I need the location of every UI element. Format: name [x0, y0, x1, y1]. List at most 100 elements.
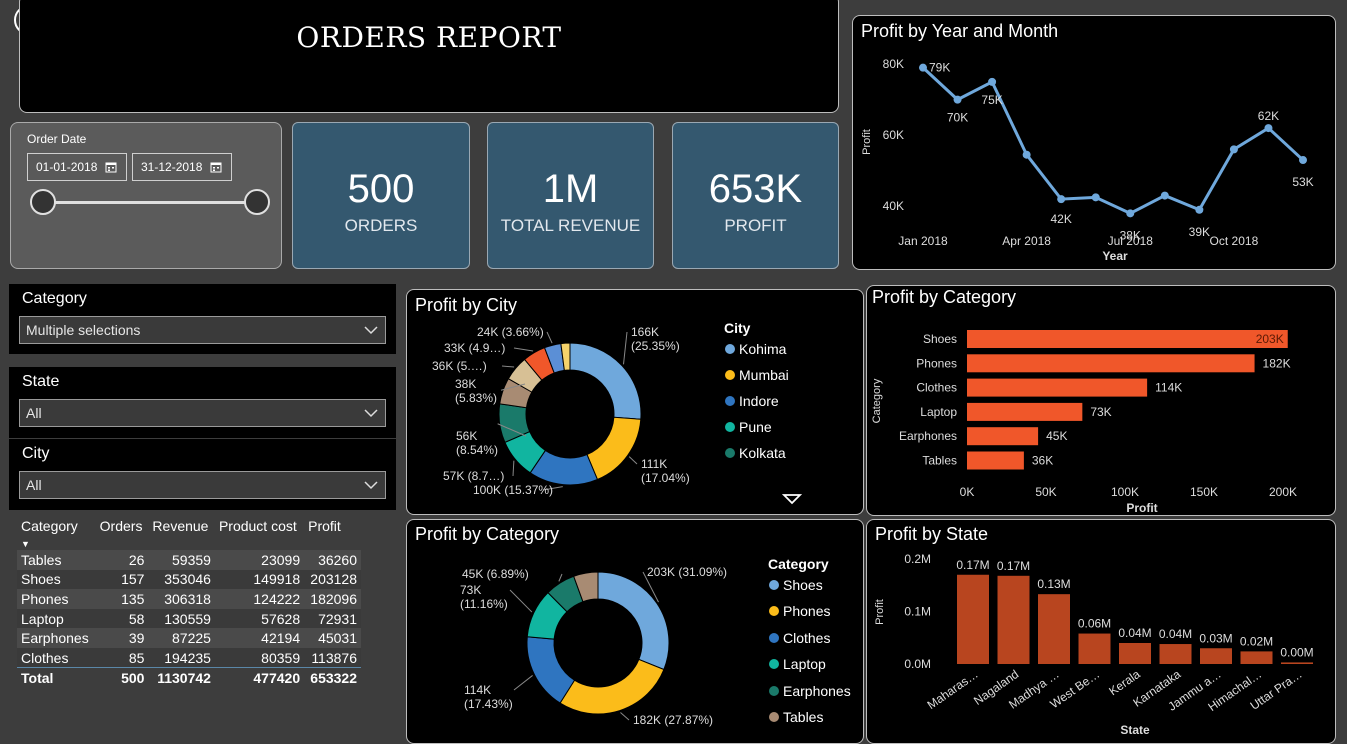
legend-item[interactable]: Phones — [769, 603, 830, 619]
legend-item[interactable]: Indore — [725, 393, 779, 409]
data-label: 24K (3.66%) — [477, 325, 544, 339]
city-slicer-label: City — [22, 445, 50, 462]
kpi-profit-label: PROFIT — [724, 216, 787, 235]
x-tick-label: 150K — [1190, 485, 1218, 499]
table-cell: 59359 — [172, 551, 211, 568]
data-point — [1299, 156, 1307, 165]
table-header-product-cost[interactable]: Product cost — [215, 516, 304, 550]
data-point — [1091, 193, 1100, 202]
table-cell: 85 — [128, 649, 145, 666]
table-header-row: Category ▼ Orders Revenue Product cost Pr… — [17, 516, 361, 550]
category-label: Clothes — [916, 381, 957, 395]
legend-dot — [725, 396, 735, 406]
data-label: 166K (25.35%) — [631, 325, 680, 353]
leader-line — [558, 573, 563, 582]
leader-line — [509, 589, 533, 613]
data-label: 79K — [929, 61, 950, 75]
legend-item[interactable]: Kohima — [725, 341, 786, 357]
table-total-cell: 1130742 — [148, 667, 215, 688]
table-header-category[interactable]: Category ▼ — [17, 516, 96, 550]
chevron-down-icon — [364, 409, 378, 418]
legend-dot — [725, 448, 735, 458]
profit-by-month-chart: 40K60K80KJan 2018 Apr 2018 Jul 2018 Oct 201… — [861, 57, 1314, 263]
data-label: 57K (8.7…) — [443, 469, 504, 483]
legend-item[interactable]: Clothes — [769, 630, 830, 646]
data-label: 0.00M — [1280, 645, 1313, 659]
table-cell: 87225 — [172, 630, 211, 647]
city-slicer: City All — [9, 439, 396, 510]
date-slider-start-handle[interactable] — [30, 189, 56, 215]
state-dropdown-value: All — [26, 405, 42, 421]
legend-label: Mumbai — [739, 367, 789, 383]
bar — [1200, 648, 1232, 664]
profit-by-month-panel: Profit by Year and Month 40K 60K 80K Jan 20… — [852, 15, 1336, 270]
state-slicer-label: State — [22, 373, 60, 390]
category-dropdown[interactable]: Multiple selections — [19, 316, 386, 344]
city-dropdown[interactable]: All — [19, 471, 386, 499]
table-cell: Clothes — [21, 649, 69, 666]
bar — [957, 574, 989, 664]
donut-slice — [559, 658, 665, 715]
data-label: 0.17M — [956, 558, 989, 572]
table-row[interactable]: Phones 135 306318 124222 182096 — [17, 589, 361, 609]
data-label: 0.02M — [1240, 634, 1273, 648]
donut-slice — [586, 416, 642, 481]
bar — [967, 354, 1255, 373]
date-filter-label: Order Date — [27, 132, 87, 146]
data-label: 0.04M — [1159, 627, 1192, 641]
leader-line — [628, 456, 638, 465]
date-slider-track[interactable] — [43, 201, 258, 204]
date-slider-end-handle[interactable] — [244, 189, 270, 215]
table-cell: Phones — [21, 590, 69, 607]
legend-label: Laptop — [783, 656, 826, 673]
legend-item[interactable]: Kolkata — [725, 445, 786, 461]
table-cell: Tables — [21, 551, 62, 568]
legend-scroll-down-icon[interactable] — [782, 493, 802, 505]
bar — [1159, 644, 1192, 664]
table-cell: 26 — [128, 551, 145, 568]
donut-slice — [597, 571, 670, 671]
profit-by-category-bar-panel: Profit by Category Shoes 203K Phones 182K Cl… — [866, 285, 1336, 516]
end-date-input[interactable]: 31-12-2018 — [132, 153, 232, 181]
bar — [997, 575, 1030, 664]
leader-line — [501, 365, 515, 368]
profit-by-category-donut-panel: Profit by Category 203K (31.09%) 182K (27… — [406, 519, 864, 744]
legend-item[interactable]: Shoes — [769, 577, 823, 593]
y-axis-title: Profit — [861, 129, 873, 155]
start-date-input[interactable]: 01-01-2018 — [27, 153, 127, 181]
legend-item[interactable]: Tables — [769, 709, 823, 725]
legend-dot — [769, 659, 779, 670]
leader-line — [512, 460, 515, 477]
legend-label: Indore — [739, 393, 779, 409]
data-label: 42K — [1051, 212, 1072, 226]
state-dropdown[interactable]: All — [19, 399, 386, 427]
profit-by-city-chart: 166K (25.35%) 111K (17.04%) 100K (15.37%)57K… — [432, 325, 690, 497]
legend-dot — [725, 422, 735, 432]
bar — [967, 451, 1024, 470]
table-header-profit[interactable]: Profit — [304, 516, 361, 550]
data-point — [1160, 191, 1169, 200]
legend-label: Tables — [783, 709, 824, 725]
legend-label: Earphones — [783, 682, 851, 699]
table-row[interactable]: Laptop 58 130559 57628 72931 — [17, 608, 361, 629]
table-row[interactable]: Shoes 157 353046 149918 203128 — [17, 569, 361, 590]
bar — [1281, 662, 1313, 664]
table-row[interactable]: Tables 26 59359 23099 36260 — [17, 550, 361, 570]
table-cell: 130559 — [164, 610, 211, 627]
legend-item[interactable]: Pune — [725, 419, 772, 435]
table-row[interactable]: Earphones 39 87225 42194 45031 — [17, 628, 361, 648]
table-row[interactable]: Clothes 85 194235 80359 113876 — [17, 647, 361, 668]
x-axis-title: Year — [1102, 249, 1128, 263]
leader-line — [546, 331, 553, 344]
legend-item[interactable]: Laptop — [769, 656, 826, 672]
y-tick-label: 0.0M — [904, 657, 931, 671]
data-point — [919, 63, 927, 72]
profit-by-category-bar-chart: Shoes 203K Phones 182K Clothes 114K Laptop 73K E… — [871, 330, 1297, 515]
data-point — [1022, 150, 1031, 159]
table-header-orders[interactable]: Orders — [96, 516, 149, 550]
legend-item[interactable]: Earphones — [769, 683, 851, 699]
table-header-revenue[interactable]: Revenue — [148, 516, 215, 550]
table-cell: 182096 — [310, 590, 357, 607]
kpi-revenue-label: TOTAL REVENUE — [500, 216, 641, 235]
legend-item[interactable]: Mumbai — [725, 367, 789, 383]
